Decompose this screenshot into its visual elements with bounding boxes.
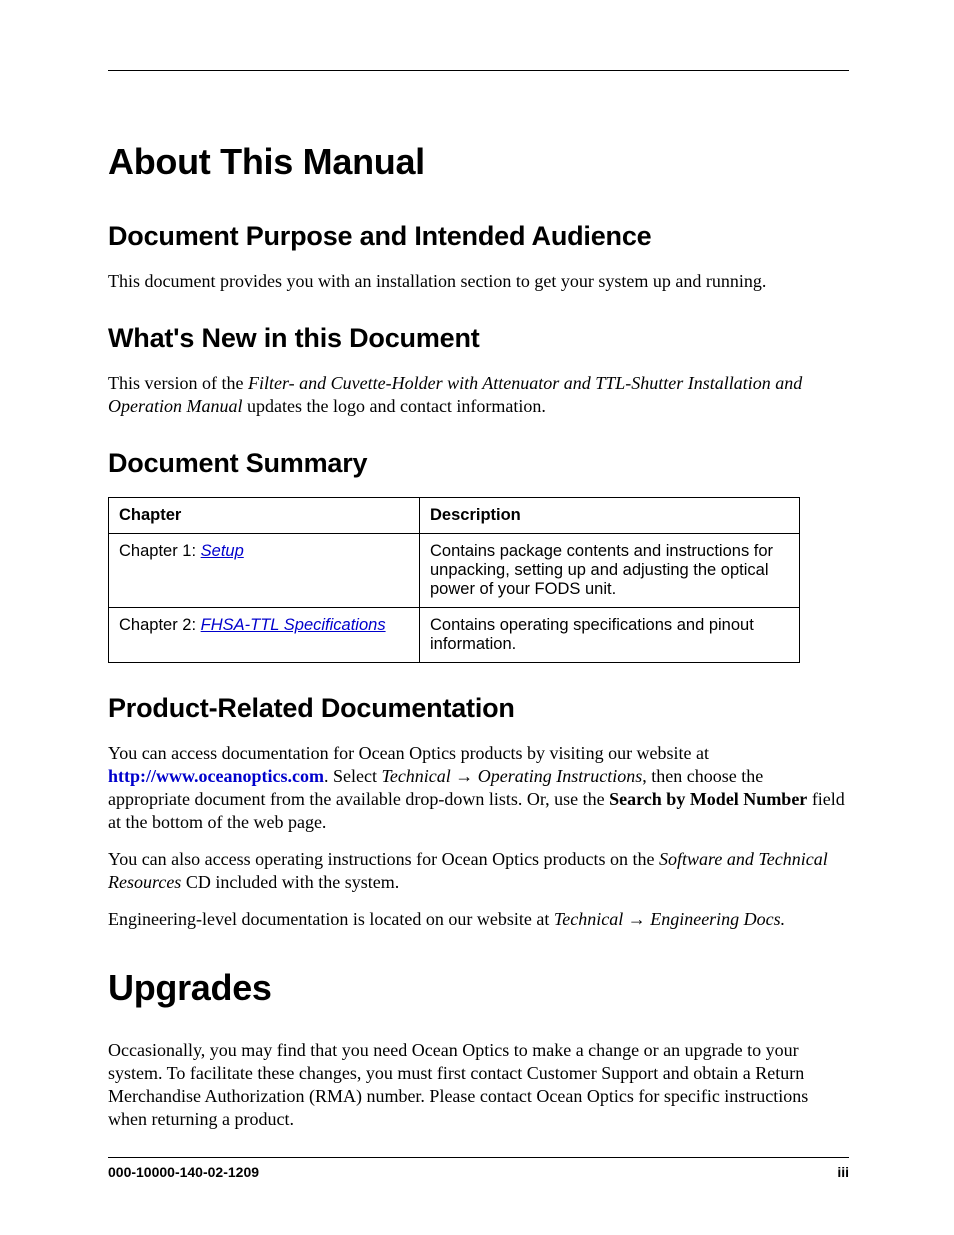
heading-related-docs: Product-Related Documentation bbox=[108, 693, 849, 724]
chap-prefix: Chapter 2: bbox=[119, 616, 201, 634]
para-related-1: You can access documentation for Ocean O… bbox=[108, 742, 849, 834]
para-related-2: You can also access operating instructio… bbox=[108, 848, 849, 894]
para-related-3: Engineering-level documentation is locat… bbox=[108, 908, 849, 931]
t: You can access documentation for Ocean O… bbox=[108, 743, 709, 763]
footer-page-number: iii bbox=[837, 1164, 849, 1180]
cell-desc-1: Contains package contents and instructio… bbox=[420, 534, 800, 608]
para-purpose: This document provides you with an insta… bbox=[108, 270, 849, 293]
search-field-label: Search by Model Number bbox=[609, 789, 807, 809]
nav-path-2: Technical → Engineering Docs. bbox=[554, 909, 785, 929]
para-whatsnew: This version of the Filter- and Cuvette-… bbox=[108, 372, 849, 418]
section-summary: Document Summary Chapter Description Cha… bbox=[108, 448, 849, 663]
footer-doc-number: 000-10000-140-02-1209 bbox=[108, 1164, 259, 1180]
document-page: About This Manual Document Purpose and I… bbox=[0, 0, 954, 1235]
t: Engineering-level documentation is locat… bbox=[108, 909, 554, 929]
t: CD included with the system. bbox=[181, 872, 399, 892]
table-row: Chapter 1: Setup Contains package conten… bbox=[109, 534, 800, 608]
th-chapter: Chapter bbox=[109, 498, 420, 534]
heading-whatsnew: What's New in this Document bbox=[108, 323, 849, 354]
summary-table: Chapter Description Chapter 1: Setup Con… bbox=[108, 497, 800, 663]
link-fhsa-spec[interactable]: FHSA-TTL Specifications bbox=[201, 616, 386, 634]
para-upgrades: Occasionally, you may find that you need… bbox=[108, 1039, 849, 1131]
heading-about: About This Manual bbox=[108, 141, 849, 183]
t: . Select bbox=[324, 766, 381, 786]
table-header-row: Chapter Description bbox=[109, 498, 800, 534]
footer-rule bbox=[108, 1157, 849, 1158]
footer-row: 000-10000-140-02-1209 iii bbox=[108, 1164, 849, 1180]
text-pre: This version of the bbox=[108, 373, 248, 393]
chap-prefix: Chapter 1: bbox=[119, 542, 201, 560]
section-related-docs: Product-Related Documentation You can ac… bbox=[108, 693, 849, 931]
section-whatsnew: What's New in this Document This version… bbox=[108, 323, 849, 418]
th-description: Description bbox=[420, 498, 800, 534]
cell-chapter-1: Chapter 1: Setup bbox=[109, 534, 420, 608]
t: You can also access operating instructio… bbox=[108, 849, 659, 869]
nav-path-1: Technical → Operating Instructions bbox=[381, 766, 642, 786]
link-setup[interactable]: Setup bbox=[201, 542, 244, 560]
section-purpose: Document Purpose and Intended Audience T… bbox=[108, 221, 849, 293]
heading-upgrades: Upgrades bbox=[108, 967, 849, 1009]
heading-purpose: Document Purpose and Intended Audience bbox=[108, 221, 849, 252]
cell-desc-2: Contains operating specifications and pi… bbox=[420, 608, 800, 663]
page-footer: 000-10000-140-02-1209 iii bbox=[108, 1157, 849, 1180]
link-oceanoptics[interactable]: http://www.oceanoptics.com bbox=[108, 766, 324, 786]
heading-summary: Document Summary bbox=[108, 448, 849, 479]
cell-chapter-2: Chapter 2: FHSA-TTL Specifications bbox=[109, 608, 420, 663]
top-rule bbox=[108, 70, 849, 71]
table-row: Chapter 2: FHSA-TTL Specifications Conta… bbox=[109, 608, 800, 663]
text-post: updates the logo and contact information… bbox=[243, 396, 546, 416]
